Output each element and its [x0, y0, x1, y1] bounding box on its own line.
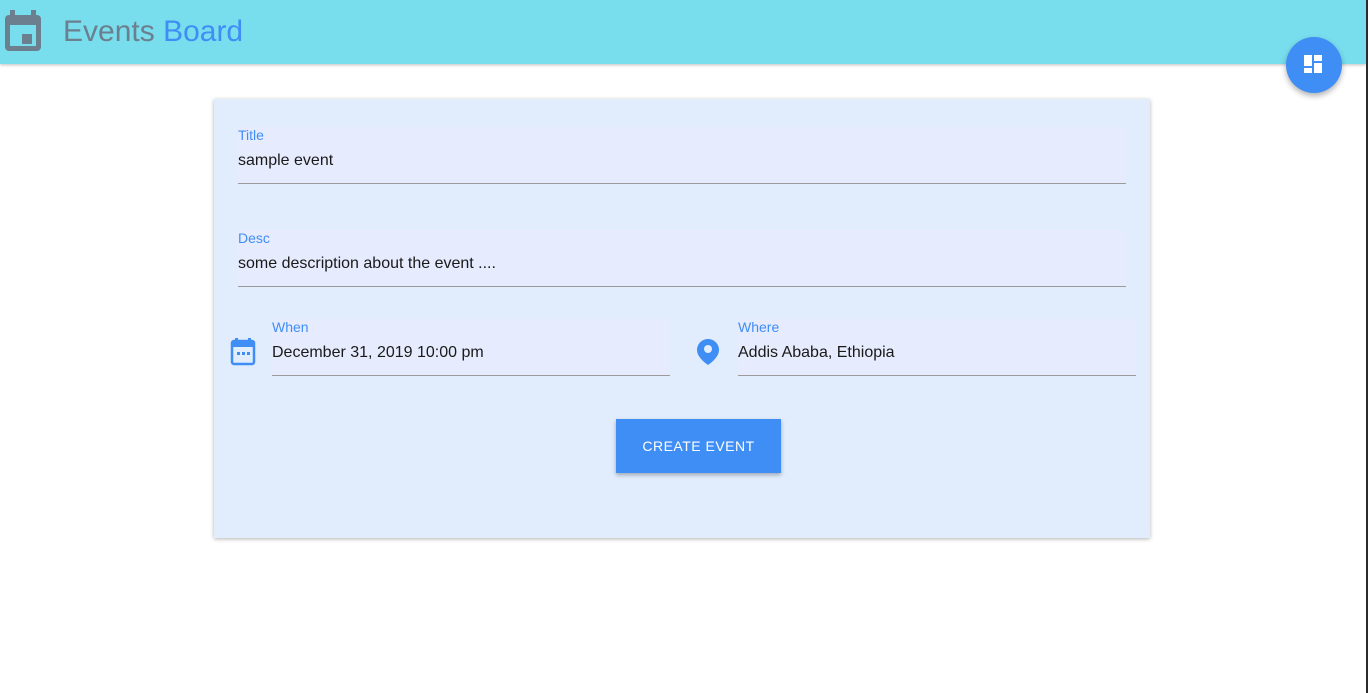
location-pin-icon [697, 339, 719, 365]
where-input[interactable]: Addis Ababa, Ethiopia [738, 343, 895, 363]
calendar-icon [4, 10, 42, 52]
event-form-card: Title sample event Desc some description… [214, 99, 1150, 538]
desc-input[interactable]: some description about the event .... [238, 254, 496, 274]
title-label: Title [238, 127, 264, 143]
when-input[interactable]: December 31, 2019 10:00 pm [272, 343, 484, 363]
desc-label: Desc [238, 230, 270, 246]
app-title: Events Board [63, 14, 243, 50]
when-field[interactable]: When December 31, 2019 10:00 pm [272, 319, 670, 376]
where-label: Where [738, 319, 780, 335]
create-event-button[interactable]: CREATE EVENT [616, 419, 781, 473]
title-input[interactable]: sample event [238, 151, 333, 171]
app-title-accent: Board [163, 15, 244, 48]
app-bar: Events Board [0, 0, 1366, 64]
dashboard-fab-button[interactable] [1286, 37, 1342, 93]
calendar-icon [230, 338, 256, 366]
when-label: When [272, 319, 309, 335]
app-title-main: Events [63, 15, 155, 48]
title-field[interactable]: Title sample event [238, 127, 1126, 184]
where-field[interactable]: Where Addis Ababa, Ethiopia [738, 319, 1136, 376]
desc-field[interactable]: Desc some description about the event ..… [238, 230, 1126, 287]
